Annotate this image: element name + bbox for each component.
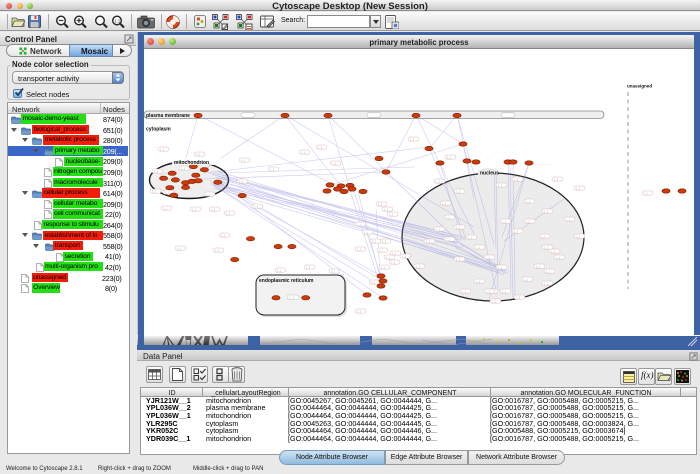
svg-text:[...]: [...] bbox=[306, 265, 310, 269]
svg-text:plasma membrane: plasma membrane bbox=[146, 113, 190, 119]
svg-text:[...]: [...] bbox=[226, 211, 230, 215]
svg-text:[...]: [...] bbox=[446, 215, 450, 219]
svg-text:[...]: [...] bbox=[526, 199, 530, 203]
svg-text:[...]: [...] bbox=[514, 229, 518, 233]
svg-text:[...]: [...] bbox=[524, 277, 528, 281]
svg-text:[...]: [...] bbox=[371, 280, 375, 284]
svg-text:[...]: [...] bbox=[391, 260, 395, 264]
svg-text:[...]: [...] bbox=[154, 169, 158, 173]
svg-text:[...]: [...] bbox=[378, 202, 382, 206]
svg-text:[...]: [...] bbox=[426, 239, 430, 243]
svg-text:[...]: [...] bbox=[270, 167, 274, 171]
svg-text:[...]: [...] bbox=[277, 268, 281, 272]
svg-text:.....: ..... bbox=[486, 157, 490, 161]
svg-text:[...]: [...] bbox=[456, 225, 460, 229]
svg-text:unassigned: unassigned bbox=[627, 84, 652, 89]
svg-text:[...]: [...] bbox=[502, 219, 506, 223]
svg-text:[...]: [...] bbox=[181, 166, 185, 170]
svg-text:[...]: [...] bbox=[554, 177, 558, 181]
svg-text:[...]: [...] bbox=[357, 309, 361, 313]
svg-text:[...]: [...] bbox=[165, 190, 169, 194]
svg-text:[...]: [...] bbox=[402, 254, 406, 258]
svg-text:[...]: [...] bbox=[644, 191, 648, 195]
svg-text:[...]: [...] bbox=[384, 207, 388, 211]
svg-text:[...]: [...] bbox=[163, 206, 167, 210]
svg-text:[...]: [...] bbox=[566, 217, 570, 221]
svg-text:[...]: [...] bbox=[357, 222, 361, 226]
svg-text:[...]: [...] bbox=[541, 234, 545, 238]
svg-text:mitochondrion: mitochondrion bbox=[174, 160, 209, 166]
svg-text:[...]: [...] bbox=[332, 161, 336, 165]
svg-text:[...]: [...] bbox=[476, 245, 480, 249]
svg-text:[...]: [...] bbox=[196, 152, 200, 156]
svg-text:[...]: [...] bbox=[254, 204, 258, 208]
svg-text:[...]: [...] bbox=[556, 255, 560, 259]
svg-text:[...]: [...] bbox=[456, 189, 460, 193]
svg-text:[...]: [...] bbox=[318, 145, 322, 149]
svg-text:nucleus: nucleus bbox=[480, 171, 499, 177]
svg-text:[...]: [...] bbox=[372, 239, 376, 243]
svg-text:[...]: [...] bbox=[152, 189, 156, 193]
svg-text:[...]: [...] bbox=[544, 245, 548, 249]
svg-text:... ...: ... ... bbox=[444, 156, 450, 160]
svg-text:[...]: [...] bbox=[386, 255, 390, 259]
svg-text:[...]: [...] bbox=[331, 269, 335, 273]
svg-text:[...]: [...] bbox=[536, 264, 540, 268]
svg-text:[...]: [...] bbox=[456, 257, 460, 261]
svg-text:[...]: [...] bbox=[486, 255, 490, 259]
svg-text:[...]: [...] bbox=[544, 209, 548, 213]
svg-text:[...]: [...] bbox=[462, 289, 466, 293]
svg-text:.... ... ......... .......: .... ... ......... ....... bbox=[532, 162, 554, 166]
svg-text:1:1: 1:1 bbox=[114, 18, 120, 23]
svg-text:[...]: [...] bbox=[364, 230, 368, 234]
svg-text:[...]: [...] bbox=[389, 212, 393, 216]
svg-text:[...]: [...] bbox=[526, 219, 530, 223]
svg-text:[...]: [...] bbox=[192, 207, 196, 211]
svg-text:[...]: [...] bbox=[215, 248, 219, 252]
svg-text:[...]: [...] bbox=[544, 281, 548, 285]
svg-text:cytoplasm: cytoplasm bbox=[146, 127, 171, 133]
svg-text:[...]: [...] bbox=[206, 192, 210, 196]
svg-text:[...]: [...] bbox=[221, 233, 225, 237]
svg-text:[...]: [...] bbox=[486, 289, 490, 293]
svg-text:[...]: [...] bbox=[357, 247, 361, 251]
svg-text:[...]: [...] bbox=[576, 234, 580, 238]
svg-text:[...]: [...] bbox=[379, 248, 383, 252]
svg-text:[...]: [...] bbox=[514, 177, 518, 181]
svg-text:[...]: [...] bbox=[516, 295, 520, 299]
svg-text:[...]: [...] bbox=[211, 207, 215, 211]
svg-text:[...]: [...] bbox=[416, 264, 420, 268]
svg-text:endoplasmic reticulum: endoplasmic reticulum bbox=[259, 278, 314, 284]
svg-text:[...]: [...] bbox=[177, 246, 181, 250]
svg-text:[...]: [...] bbox=[436, 179, 440, 183]
svg-text:[...]: [...] bbox=[239, 179, 243, 183]
svg-text:[...]: [...] bbox=[576, 186, 580, 190]
svg-text:[...]: [...] bbox=[551, 249, 555, 253]
svg-text:[...]: [...] bbox=[290, 296, 294, 300]
svg-text:[...]: [...] bbox=[241, 158, 245, 162]
svg-text:[...]: [...] bbox=[436, 227, 440, 231]
svg-text:[...]: [...] bbox=[498, 183, 502, 187]
svg-text:[...]: [...] bbox=[502, 289, 506, 293]
svg-text:[...]: [...] bbox=[468, 235, 472, 239]
svg-text:[...]: [...] bbox=[410, 137, 414, 141]
svg-text:[...]: [...] bbox=[442, 201, 446, 205]
svg-text:[...]: [...] bbox=[498, 265, 502, 269]
svg-text:[...]: [...] bbox=[382, 239, 386, 243]
svg-text:[...]: [...] bbox=[160, 147, 164, 151]
svg-text:[...]: [...] bbox=[381, 265, 385, 269]
svg-text:[...]: [...] bbox=[492, 299, 496, 303]
svg-text:[...]: [...] bbox=[446, 237, 450, 241]
svg-text:[...]: [...] bbox=[476, 279, 480, 283]
svg-text:[...]: [...] bbox=[546, 269, 550, 273]
svg-text:[...]: [...] bbox=[301, 150, 305, 154]
